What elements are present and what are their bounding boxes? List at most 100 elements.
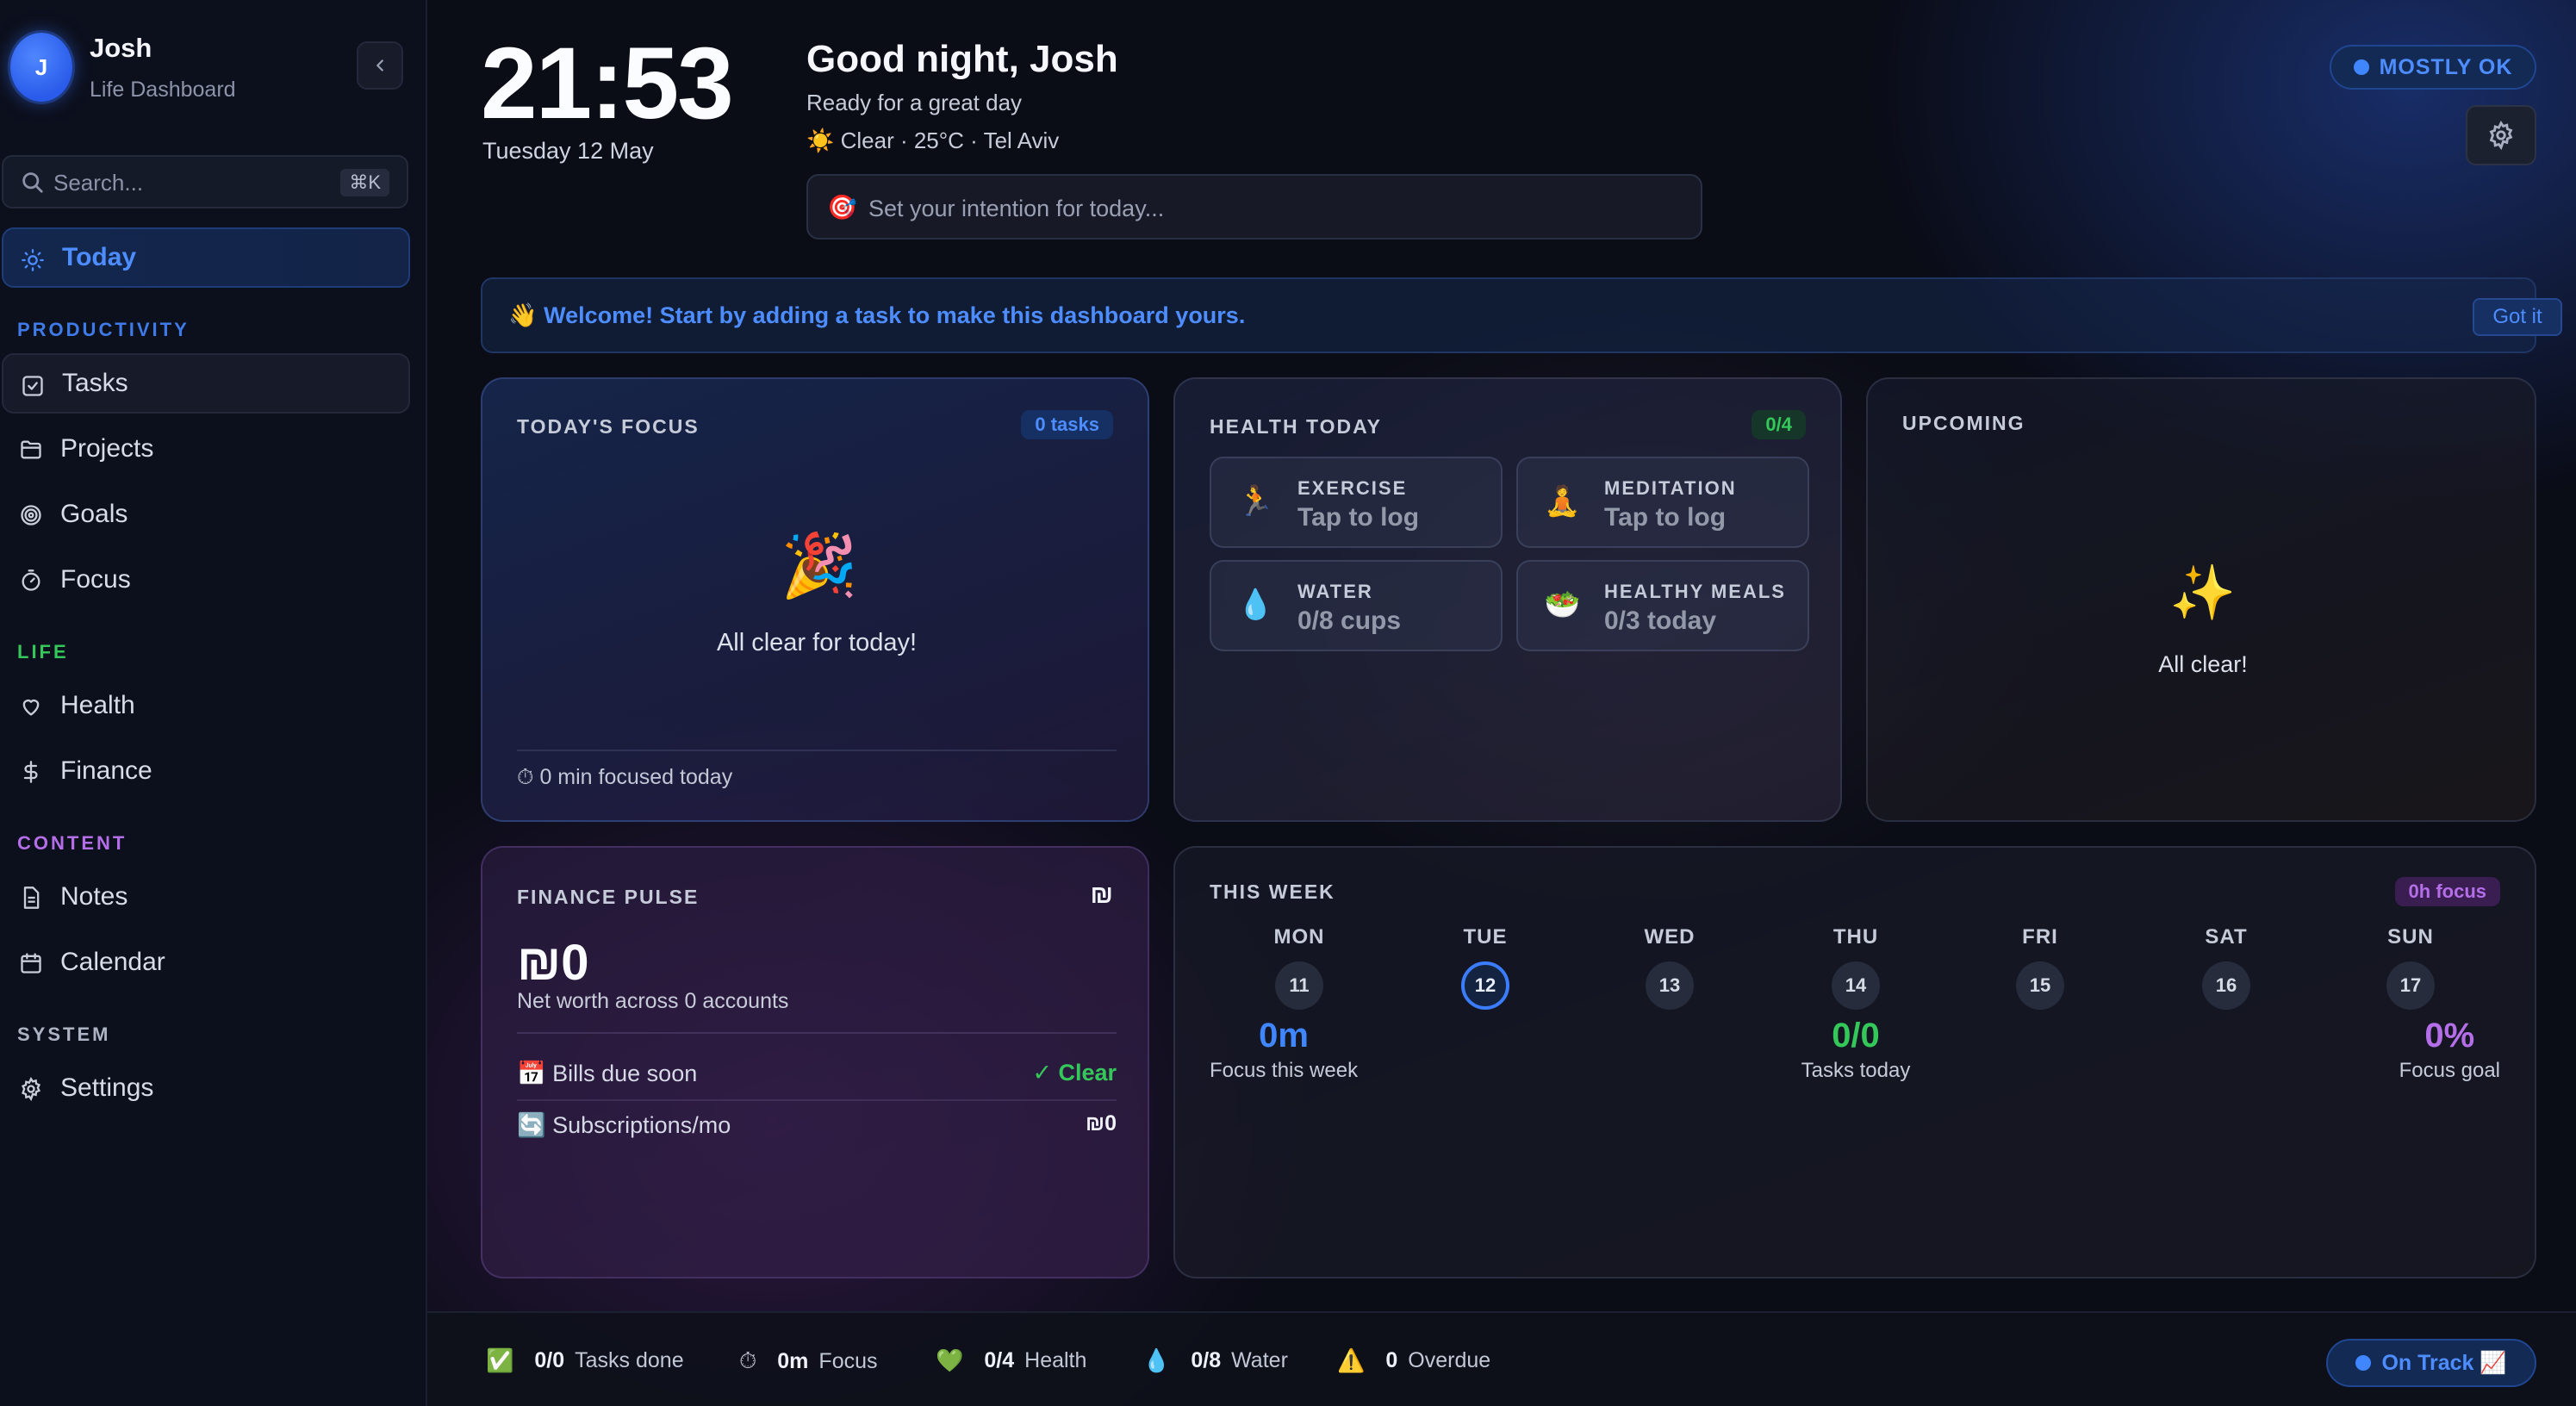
- stat-value: 0m: [1259, 1017, 1309, 1054]
- tile-label: WATER: [1297, 581, 1373, 602]
- on-track-label: On Track 📈: [2381, 1350, 2507, 1375]
- heart-icon: [22, 700, 40, 716]
- sidebar-item-label: Tasks: [62, 369, 128, 397]
- search-input[interactable]: [53, 165, 329, 200]
- bottom-stat-tasks: ✅ 0/0 Tasks done: [486, 1347, 684, 1374]
- bills-due-row[interactable]: 📅 Bills due soon ✓ Clear: [517, 1060, 1117, 1087]
- sidebar-item-label: Calendar: [60, 948, 165, 976]
- tile-value: Tap to log: [1297, 503, 1420, 532]
- day-name: FRI: [2022, 925, 2058, 949]
- sidebar-item-health[interactable]: Health: [2, 675, 410, 736]
- search-icon: [22, 172, 43, 193]
- status-dot-icon: [2355, 1355, 2372, 1371]
- date: Tuesday 12 May: [482, 138, 654, 164]
- welcome-text: 👋 Welcome! Start by adding a task to mak…: [508, 302, 1246, 328]
- day-thu[interactable]: THU 14: [1813, 925, 1899, 1010]
- upcoming-card: UPCOMING ✨ All clear!: [1866, 377, 2536, 822]
- sparkles-icon: ✨: [2169, 563, 2237, 623]
- finance-pulse-card: FINANCE PULSE ₪ ₪0 Net worth across 0 ac…: [481, 846, 1149, 1278]
- check-icon: ✅: [486, 1347, 514, 1373]
- stat-value: 0: [1385, 1348, 1398, 1372]
- section-system: SYSTEM: [17, 1023, 111, 1045]
- day-number: 16: [2202, 961, 2250, 1010]
- water-tile[interactable]: 💧 WATER 0/8 cups: [1210, 560, 1503, 651]
- sun-icon: [22, 249, 44, 271]
- day-name: MON: [1273, 925, 1325, 949]
- bottom-status-bar: ✅ 0/0 Tasks done ⏱ 0m Focus 💚 0/4 Health…: [427, 1311, 2576, 1406]
- bottom-stat-water: 💧 0/8 Water: [1142, 1347, 1288, 1374]
- exercise-tile[interactable]: 🏃 EXERCISE Tap to log: [1210, 457, 1503, 548]
- meditation-tile[interactable]: 🧘 MEDITATION Tap to log: [1516, 457, 1809, 548]
- day-number: 15: [2016, 961, 2064, 1010]
- net-worth: ₪0: [517, 935, 589, 991]
- folder-icon: [21, 440, 41, 459]
- day-tue[interactable]: TUE 12: [1442, 925, 1528, 1010]
- sidebar: J Josh Life Dashboard ⌘K Today PRODUCTIV…: [0, 0, 427, 1406]
- target-icon: [21, 505, 41, 526]
- day-sun[interactable]: SUN 17: [2368, 925, 2454, 1010]
- settings-button[interactable]: [2466, 105, 2536, 165]
- day-wed[interactable]: WED 13: [1627, 925, 1713, 1010]
- bottom-stat-health: 💚 0/4 Health: [936, 1347, 1086, 1374]
- day-number: 17: [2386, 961, 2435, 1010]
- sidebar-item-tasks[interactable]: Tasks: [2, 353, 410, 414]
- healthy-meals-tile[interactable]: 🥗 HEALTHY MEALS 0/3 today: [1516, 560, 1809, 651]
- status-badge[interactable]: MOSTLY OK: [2330, 45, 2536, 90]
- sidebar-item-finance[interactable]: Finance: [2, 741, 410, 801]
- search-box[interactable]: ⌘K: [2, 155, 408, 208]
- sidebar-item-label: Focus: [60, 565, 131, 594]
- row-label: 📅 Bills due soon: [517, 1061, 698, 1086]
- sidebar-item-calendar[interactable]: Calendar: [2, 932, 410, 992]
- green-heart-icon: 💚: [936, 1347, 964, 1373]
- day-number: 13: [1646, 961, 1694, 1010]
- sidebar-item-focus[interactable]: Focus: [2, 550, 410, 610]
- sidebar-item-notes[interactable]: Notes: [2, 867, 410, 927]
- stat-value: 0%: [2424, 1017, 2475, 1054]
- stat-value: 0/8: [1191, 1348, 1222, 1372]
- stat-value: 0/4: [984, 1348, 1015, 1372]
- profile[interactable]: J Josh Life Dashboard: [10, 33, 415, 102]
- net-worth-subtitle: Net worth across 0 accounts: [517, 989, 789, 1013]
- sidebar-item-settings[interactable]: Settings: [2, 1058, 410, 1118]
- checkbox-icon: [22, 376, 43, 396]
- sidebar-item-today[interactable]: Today: [2, 227, 410, 288]
- day-number: 11: [1275, 961, 1323, 1010]
- intention-input[interactable]: [868, 191, 1644, 226]
- health-today-card: HEALTH TODAY 0/4 🏃 EXERCISE Tap to log 🧘…: [1173, 377, 1842, 822]
- dollar-icon: [23, 761, 38, 783]
- profile-subtitle: Life Dashboard: [90, 78, 236, 102]
- party-popper-icon: 🎉: [781, 532, 858, 600]
- stat-label: Water: [1231, 1348, 1288, 1372]
- upcoming-empty-text: All clear!: [2158, 651, 2248, 677]
- day-name: SUN: [2387, 925, 2434, 949]
- todays-focus-card: TODAY'S FOCUS 0 tasks 🎉 All clear for to…: [481, 377, 1149, 822]
- sidebar-item-goals[interactable]: Goals: [2, 484, 410, 544]
- status-dot-icon: [2353, 59, 2369, 75]
- focus-goal-stat: 0% Focus goal: [2399, 1017, 2500, 1083]
- stat-label: Focus goal: [2399, 1059, 2500, 1082]
- on-track-badge[interactable]: On Track 📈: [2326, 1339, 2536, 1387]
- gear-icon: [21, 1077, 41, 1101]
- sidebar-item-label: Settings: [60, 1073, 154, 1102]
- target-icon: 🎯: [827, 194, 857, 221]
- intention-box[interactable]: 🎯: [806, 174, 1702, 240]
- sidebar-item-projects[interactable]: Projects: [2, 419, 410, 479]
- day-fri[interactable]: FRI 15: [1997, 925, 2083, 1010]
- day-mon[interactable]: MON 11: [1256, 925, 1342, 1010]
- collapse-sidebar-button[interactable]: [357, 41, 403, 90]
- card-title: UPCOMING: [1902, 412, 2025, 434]
- stat-label: Tasks done: [575, 1348, 684, 1372]
- row-value: ✓ Clear: [1032, 1060, 1117, 1086]
- card-title: THIS WEEK: [1210, 880, 1335, 903]
- bottom-stat-overdue: ⚠️ 0 Overdue: [1337, 1347, 1490, 1374]
- day-sat[interactable]: SAT 16: [2183, 925, 2269, 1010]
- stat-label: Overdue: [1408, 1348, 1491, 1372]
- tile-label: EXERCISE: [1297, 477, 1408, 499]
- section-life: LIFE: [17, 641, 69, 663]
- runner-icon: 🏃: [1237, 485, 1274, 518]
- subscriptions-row[interactable]: 🔄 Subscriptions/mo ₪0: [517, 1111, 1117, 1139]
- focus-hours-badge: 0h focus: [2394, 877, 2500, 906]
- got-it-button[interactable]: Got it: [2473, 298, 2562, 336]
- day-number: 12: [1461, 961, 1509, 1010]
- health-progress-badge: 0/4: [1752, 410, 1806, 439]
